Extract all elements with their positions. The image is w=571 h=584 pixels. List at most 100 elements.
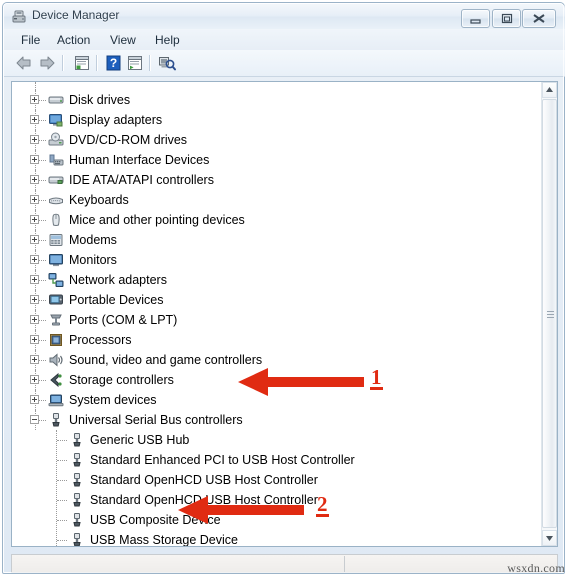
update-driver-icon[interactable] <box>125 54 145 72</box>
usb-device-icon <box>69 512 85 528</box>
tree-row-label: Display adapters <box>69 113 163 127</box>
usb-device-icon <box>69 532 85 546</box>
toolbar: ? <box>4 50 565 77</box>
collapse-expander-icon[interactable] <box>30 415 39 424</box>
disk-drive-icon <box>48 92 64 108</box>
expander-icon[interactable] <box>30 295 39 304</box>
tree-line <box>57 520 67 521</box>
menu-item-view[interactable]: View <box>105 32 141 48</box>
expander-icon[interactable] <box>30 155 39 164</box>
expander-icon[interactable] <box>30 215 39 224</box>
tree-row-label: Modems <box>69 233 117 247</box>
network-adapter-icon <box>48 272 64 288</box>
toolbar-separator-1 <box>62 55 64 71</box>
annotation-arrow-2 <box>178 496 304 524</box>
help-icon[interactable]: ? <box>103 54 123 72</box>
tree-line <box>57 480 67 481</box>
expander-icon[interactable] <box>30 275 39 284</box>
menu-item-file[interactable]: File <box>16 32 45 48</box>
tree-line <box>57 440 67 441</box>
tree-row-label: Standard Enhanced PCI to USB Host Contro… <box>90 453 355 467</box>
device-manager-window: Device Manager File Action View Help ? D… <box>2 2 565 574</box>
modem-icon <box>48 232 64 248</box>
annotation-number-1: 1 <box>370 365 383 390</box>
menu-item-help[interactable]: Help <box>150 32 185 48</box>
tree-row-label: Universal Serial Bus controllers <box>69 413 243 427</box>
watermark: wsxdn.com <box>507 561 565 575</box>
svg-text:?: ? <box>110 56 117 70</box>
storage-controller-icon <box>48 372 64 388</box>
tree-row-label: Human Interface Devices <box>69 153 210 167</box>
tree-row-label: Sound, video and game controllers <box>69 353 263 367</box>
device-tree[interactable]: Disk drives Display adapters DVD/CD-ROM … <box>12 82 543 546</box>
status-bar <box>11 554 558 573</box>
annotation-arrow-1 <box>238 368 364 396</box>
ide-controller-icon <box>48 172 64 188</box>
expander-icon[interactable] <box>30 395 39 404</box>
minimize-button[interactable] <box>461 9 490 28</box>
close-button[interactable] <box>522 9 556 28</box>
device-manager-icon <box>11 9 27 24</box>
portable-device-icon <box>48 292 64 308</box>
tree-row-label: Keyboards <box>69 193 129 207</box>
tree-row-label: Mice and other pointing devices <box>69 213 245 227</box>
toolbar-separator-3 <box>149 55 151 71</box>
tree-row-label: Generic USB Hub <box>90 433 190 447</box>
keyboard-icon <box>48 192 64 208</box>
menu-item-action[interactable]: Action <box>52 32 95 48</box>
scroll-grip <box>547 311 554 312</box>
properties-icon[interactable] <box>72 54 92 72</box>
tree-line <box>57 500 67 501</box>
tree-row-label: Portable Devices <box>69 293 164 307</box>
expander-icon[interactable] <box>30 115 39 124</box>
mouse-icon <box>48 212 64 228</box>
scroll-grip <box>547 314 554 315</box>
status-bar-divider <box>344 556 345 573</box>
back-icon[interactable] <box>14 54 34 72</box>
usb-device-icon <box>69 452 85 468</box>
display-adapter-icon <box>48 112 64 128</box>
usb-device-icon <box>69 472 85 488</box>
tree-row-label: Disk drives <box>69 93 131 107</box>
processor-icon <box>48 332 64 348</box>
menu-bar: File Action View Help <box>4 29 565 51</box>
tree-line <box>57 540 67 541</box>
tree-row-label: USB Mass Storage Device <box>90 533 238 546</box>
vertical-scrollbar[interactable] <box>541 82 557 546</box>
expander-icon[interactable] <box>30 195 39 204</box>
port-icon <box>48 312 64 328</box>
tree-row-label: DVD/CD-ROM drives <box>69 133 188 147</box>
tree-line-top <box>35 82 36 90</box>
scroll-down-icon[interactable] <box>542 530 557 546</box>
scroll-thumb[interactable] <box>542 99 557 528</box>
expander-icon[interactable] <box>30 235 39 244</box>
scroll-up-icon[interactable] <box>542 82 557 98</box>
device-tree-panel[interactable]: Disk drives Display adapters DVD/CD-ROM … <box>11 81 558 547</box>
tree-row-label: Storage controllers <box>69 373 174 387</box>
expander-icon[interactable] <box>30 355 39 364</box>
annotation-number-2: 2 <box>316 492 329 517</box>
tree-row-label: IDE ATA/ATAPI controllers <box>69 173 214 187</box>
tree-line <box>57 460 67 461</box>
usb-device-icon <box>69 432 85 448</box>
usb-device-icon <box>69 492 85 508</box>
usb-controller-icon <box>48 412 64 428</box>
tree-row-label: Network adapters <box>69 273 167 287</box>
tree-row-label: Processors <box>69 333 132 347</box>
scan-hardware-icon[interactable] <box>157 54 177 72</box>
tree-row-label: Monitors <box>69 253 117 267</box>
forward-icon[interactable] <box>37 54 57 72</box>
expander-icon[interactable] <box>30 375 39 384</box>
expander-icon[interactable] <box>30 335 39 344</box>
title-bar: Device Manager <box>4 4 565 29</box>
expander-icon[interactable] <box>30 315 39 324</box>
expander-icon[interactable] <box>30 135 39 144</box>
expander-icon[interactable] <box>30 255 39 264</box>
expander-icon[interactable] <box>30 95 39 104</box>
maximize-button[interactable] <box>492 9 521 28</box>
tree-row-label: System devices <box>69 393 157 407</box>
monitor-icon <box>48 252 64 268</box>
toolbar-separator-2 <box>96 55 98 71</box>
scroll-grip <box>547 317 554 318</box>
expander-icon[interactable] <box>30 175 39 184</box>
